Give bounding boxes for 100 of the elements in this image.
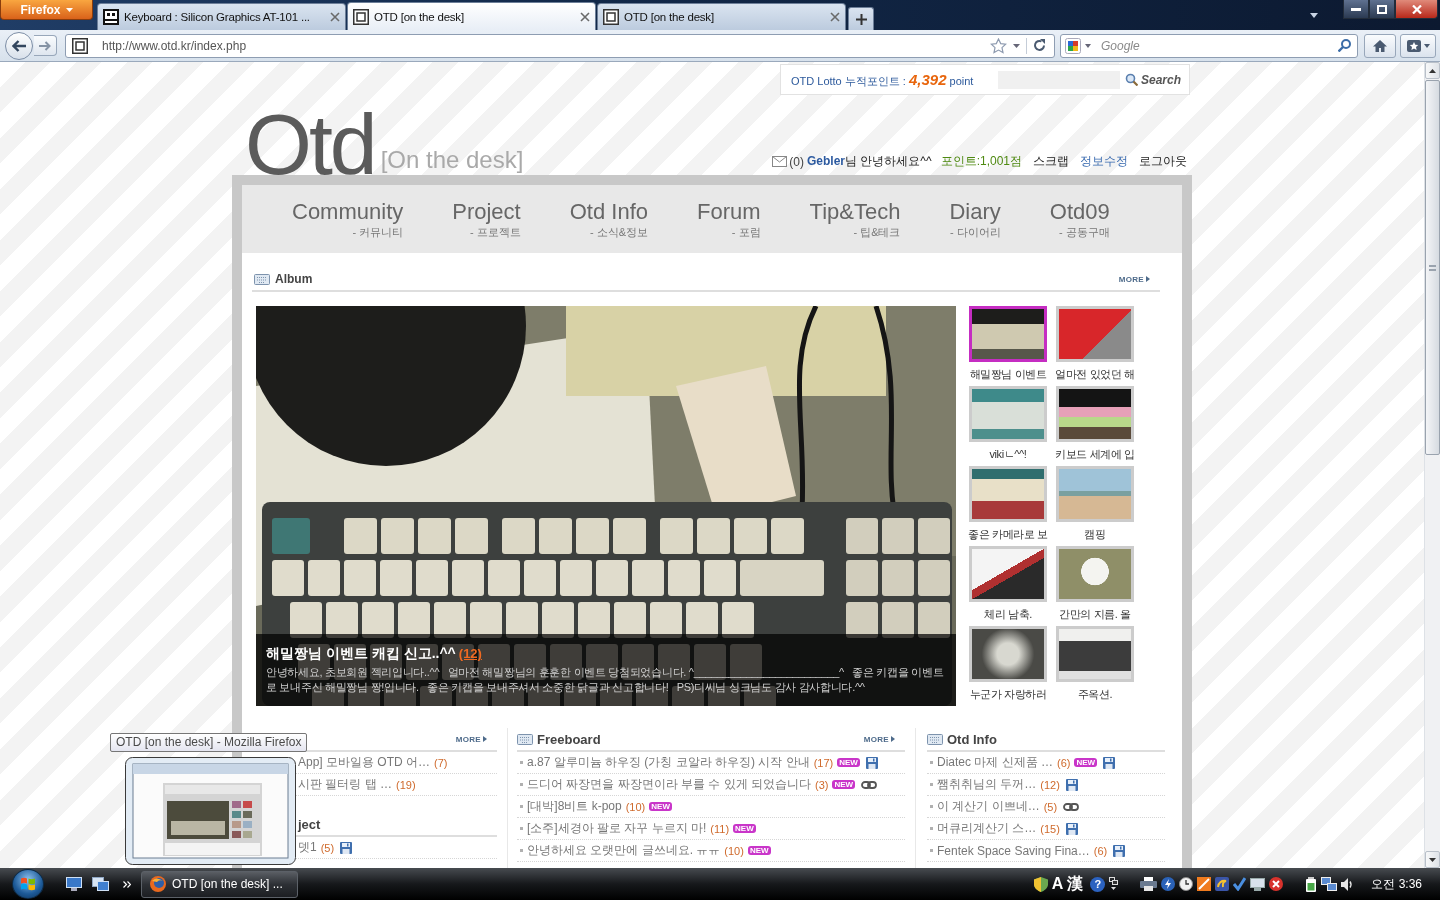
- photo-thumbnail[interactable]: [969, 466, 1047, 522]
- browser-tab[interactable]: OTD [on the desk]: [347, 2, 596, 30]
- logout-link[interactable]: 로그아웃: [1139, 153, 1187, 170]
- scrollbar-thumb[interactable]: [1425, 80, 1440, 455]
- minimize-button[interactable]: [1343, 0, 1369, 19]
- thumbnail-caption[interactable]: 키보드 세계에 입: [1055, 447, 1135, 461]
- taskbar-window-button[interactable]: OTD [on the desk] ...: [141, 870, 298, 898]
- post-link[interactable]: 쨈취취님의 두꺼…: [937, 776, 1037, 793]
- photo-thumbnail[interactable]: [969, 386, 1047, 442]
- scrollbar[interactable]: [1424, 62, 1440, 868]
- home-button[interactable]: [1364, 33, 1396, 58]
- start-button[interactable]: [12, 869, 44, 899]
- menu-link[interactable]: Community - 커뮤니티: [292, 199, 404, 239]
- close-icon[interactable]: [330, 12, 340, 22]
- new-tab-button[interactable]: [848, 7, 874, 30]
- network-icon[interactable]: [1321, 876, 1338, 892]
- photo-thumbnail[interactable]: [1056, 626, 1134, 682]
- thumbnail-caption[interactable]: 해밀짱님 이벤트: [969, 367, 1047, 381]
- post-link[interactable]: 드디어 짜장면을 짜장면이라 부를 수 있게 되었습니다: [527, 776, 811, 793]
- swirl-icon[interactable]: [1215, 877, 1230, 891]
- desktop-icon[interactable]: [66, 877, 82, 891]
- menu-link[interactable]: Project - 프로젝트: [452, 199, 521, 239]
- clock-icon[interactable]: [1179, 877, 1194, 891]
- star-icon[interactable]: [990, 37, 1007, 54]
- thumbnail-caption[interactable]: 얼마전 있었던 해: [1055, 367, 1135, 381]
- search-bar[interactable]: Google: [1060, 33, 1358, 58]
- post-link[interactable]: 이 계산기 이쁘네…: [937, 798, 1040, 815]
- menu-link[interactable]: Diary - 다이어리: [949, 199, 1001, 239]
- input-mode-label[interactable]: A: [1051, 875, 1064, 893]
- help-button[interactable]: ?: [1090, 876, 1106, 892]
- thumbnail-caption[interactable]: 주옥션.: [1077, 687, 1113, 701]
- back-button[interactable]: [5, 31, 33, 60]
- site-logo[interactable]: Otd: [245, 113, 375, 175]
- photo-thumbnail[interactable]: [1056, 386, 1134, 442]
- menu-link[interactable]: Otd09 - 공동구매: [1049, 199, 1110, 239]
- thumbnail-caption[interactable]: 체리 남축.: [984, 607, 1032, 621]
- scroll-down-button[interactable]: [1425, 851, 1440, 868]
- multicolor-tile-icon[interactable]: [1065, 37, 1083, 54]
- close-icon[interactable]: [830, 12, 840, 22]
- window-preview-drawing[interactable]: [125, 757, 296, 865]
- menu-link[interactable]: Otd Info - 소식&정보: [569, 199, 648, 239]
- input-mode-label[interactable]: 漢: [1067, 875, 1084, 893]
- lightning-icon[interactable]: [1161, 877, 1176, 891]
- caret-icon[interactable]: [1310, 12, 1318, 18]
- photo-title[interactable]: 해밀짱님 이벤트 캐킵 신고..^^: [266, 643, 456, 663]
- photo-thumbnail[interactable]: [1056, 466, 1134, 522]
- post-link[interactable]: 머큐리계산기 스…: [937, 820, 1037, 837]
- post-link[interactable]: a.87 알루미늄 하우징 (가칭 코알라 하우징) 시작 안내: [527, 754, 810, 771]
- battery-icon[interactable]: [1305, 876, 1318, 892]
- post-link[interactable]: 시판 필터링 탭 …: [298, 776, 392, 793]
- reload-icon[interactable]: [1033, 39, 1046, 52]
- more-link[interactable]: MORE: [455, 734, 487, 744]
- options-icon[interactable]: [1109, 877, 1119, 891]
- caret-icon[interactable]: [1013, 43, 1020, 48]
- post-link[interactable]: Diatec 마제 신제품 …: [937, 754, 1053, 771]
- photo-thumbnail[interactable]: [969, 626, 1047, 682]
- photo-thumbnail[interactable]: [1056, 306, 1134, 362]
- scrap-link[interactable]: 스크랩: [1033, 153, 1069, 170]
- printer-icon[interactable]: [1140, 877, 1158, 891]
- edit-profile-link[interactable]: 정보수정: [1080, 153, 1128, 170]
- more-link[interactable]: MORE: [1118, 274, 1150, 284]
- photo-thumbnail[interactable]: [969, 546, 1047, 602]
- windows-icon[interactable]: [92, 877, 109, 891]
- envelope-icon[interactable]: [772, 156, 788, 167]
- photo-thumbnail[interactable]: [1056, 546, 1134, 602]
- post-link[interactable]: App] 모바일용 OTD 어…: [298, 754, 431, 771]
- post-link[interactable]: Fentek Space Saving Fina…: [937, 843, 1090, 858]
- close-button[interactable]: [1395, 0, 1438, 19]
- post-link[interactable]: 안녕하세요 오랫만에 글쓰네요. ㅠㅠ: [527, 842, 721, 859]
- shield-icon[interactable]: [1033, 876, 1048, 892]
- checkmark-icon[interactable]: [1233, 877, 1247, 891]
- clock[interactable]: 오전 3:36: [1371, 875, 1422, 893]
- tile-icon[interactable]: [1197, 877, 1212, 891]
- address-bar[interactable]: http://www.otd.kr/index.php: [65, 33, 1055, 58]
- bookmarks-button[interactable]: [1400, 33, 1436, 58]
- thumbnail-caption[interactable]: 캠핑: [1084, 527, 1106, 541]
- url-input[interactable]: http://www.otd.kr/index.php: [94, 36, 984, 55]
- menu-link[interactable]: Forum - 포럼: [697, 199, 761, 239]
- thumbnail-caption[interactable]: 누군가 자랑하러: [969, 687, 1047, 701]
- browser-tab[interactable]: Keyboard : Silicon Graphics AT-101 ...: [97, 3, 346, 30]
- maximize-button[interactable]: [1369, 0, 1395, 19]
- browser-tab[interactable]: OTD [on the desk]: [597, 3, 846, 30]
- comment-count-link[interactable]: (12): [458, 646, 482, 661]
- error-icon[interactable]: [1269, 877, 1284, 891]
- scroll-up-button[interactable]: [1425, 62, 1440, 79]
- photo-thumbnail[interactable]: [969, 306, 1047, 362]
- close-icon[interactable]: [580, 11, 590, 22]
- search-icon[interactable]: [1338, 39, 1351, 52]
- search-input[interactable]: Google: [1093, 36, 1336, 55]
- speaker-icon[interactable]: [1341, 877, 1354, 891]
- thumbnail-caption[interactable]: 간만의 지름. 올: [1059, 607, 1131, 621]
- menu-link[interactable]: Tip&Tech - 팁&테크: [809, 199, 901, 239]
- thumbnail-caption[interactable]: 좋은 카메라로 보: [968, 527, 1048, 541]
- post-link[interactable]: 뎃1: [298, 839, 317, 856]
- post-link[interactable]: [대박]8비트 k-pop: [527, 798, 622, 815]
- chevron-icon[interactable]: [123, 880, 131, 888]
- post-link[interactable]: [소주]세경아 팔로 자꾸 누르지 마!: [527, 820, 707, 837]
- more-link[interactable]: MORE: [863, 734, 895, 744]
- monitor-icon[interactable]: [1250, 877, 1266, 891]
- message-count[interactable]: (0): [789, 154, 804, 169]
